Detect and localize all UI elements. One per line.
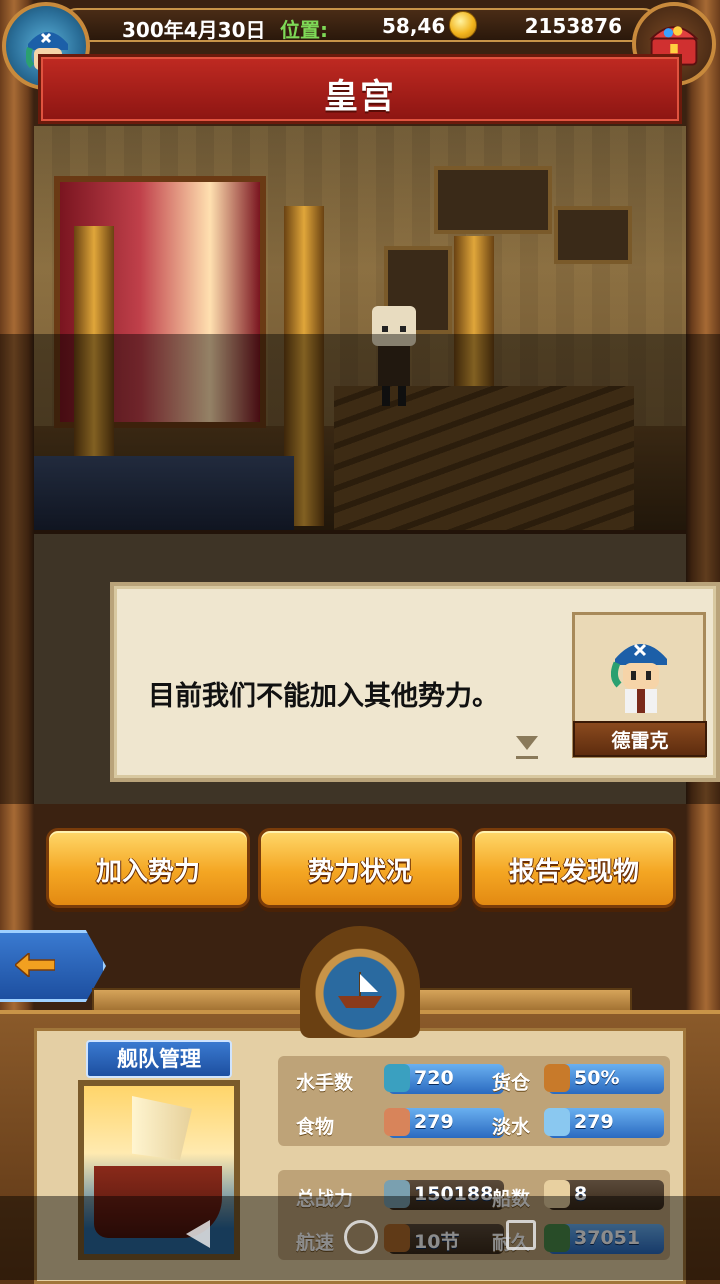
ship-icon <box>338 972 382 1008</box>
back-button[interactable] <box>0 930 106 1002</box>
sailors-value: 720 <box>414 1067 454 1089</box>
cargo-label: 货仓 <box>492 1072 531 1094</box>
sailor-icon <box>384 1064 410 1092</box>
down-triangle-icon <box>516 736 538 750</box>
fleet-management-button[interactable]: 舰队管理 <box>86 1040 232 1078</box>
position-label: 位置: <box>280 18 328 42</box>
faction-status-button[interactable]: 势力状况 <box>258 828 462 908</box>
speaker-avatar-icon <box>611 643 667 713</box>
water-jug-icon <box>544 1108 570 1136</box>
water-label: 淡水 <box>492 1116 531 1138</box>
nav-back-icon[interactable] <box>186 1220 210 1248</box>
system-nav-bar <box>0 1196 720 1280</box>
gold-coin-icon <box>449 11 477 39</box>
crate-icon <box>544 1064 570 1092</box>
join-faction-button[interactable]: 加入势力 <box>46 828 250 908</box>
dialog-box[interactable]: 目前我们不能加入其他势力。 德雷克 <box>110 582 720 782</box>
faction-status-label: 势力状况 <box>307 857 412 887</box>
left-arrow-icon <box>15 953 55 977</box>
speaker-name: 德雷克 <box>573 721 707 757</box>
sail-status-button[interactable] <box>300 926 420 1038</box>
water-stat: 淡水 279 <box>492 1106 672 1140</box>
food-value: 279 <box>414 1111 454 1133</box>
food-label: 食物 <box>296 1116 335 1138</box>
location-title-banner: 皇宫 <box>38 54 682 124</box>
gold-amount: 2153876 <box>524 14 622 38</box>
join-faction-label: 加入势力 <box>95 857 200 887</box>
dialog-text: 目前我们不能加入其他势力。 <box>148 681 499 712</box>
continue-indicator <box>516 756 538 759</box>
location-title: 皇宫 <box>324 77 396 117</box>
sailors-label: 水手数 <box>296 1072 354 1094</box>
position-value: 58,46 <box>382 14 446 38</box>
nav-home-icon[interactable] <box>344 1220 378 1254</box>
status-bar: 300年4月30日 位置: 58,46 2153876 <box>60 8 660 42</box>
sailors-stat: 水手数 720 <box>296 1062 504 1096</box>
speaker-portrait-frame: 德雷克 <box>572 612 707 758</box>
water-value: 279 <box>574 1111 614 1133</box>
report-discovery-button[interactable]: 报告发现物 <box>472 828 676 908</box>
meat-icon <box>384 1108 410 1136</box>
nav-recent-apps-icon[interactable] <box>506 1220 536 1250</box>
cargo-stat: 货仓 50% <box>492 1062 672 1096</box>
game-date: 300年4月30日 <box>122 18 266 42</box>
report-discovery-label: 报告发现物 <box>508 857 639 887</box>
food-stat: 食物 279 <box>296 1106 504 1140</box>
cargo-value: 50% <box>574 1067 620 1089</box>
